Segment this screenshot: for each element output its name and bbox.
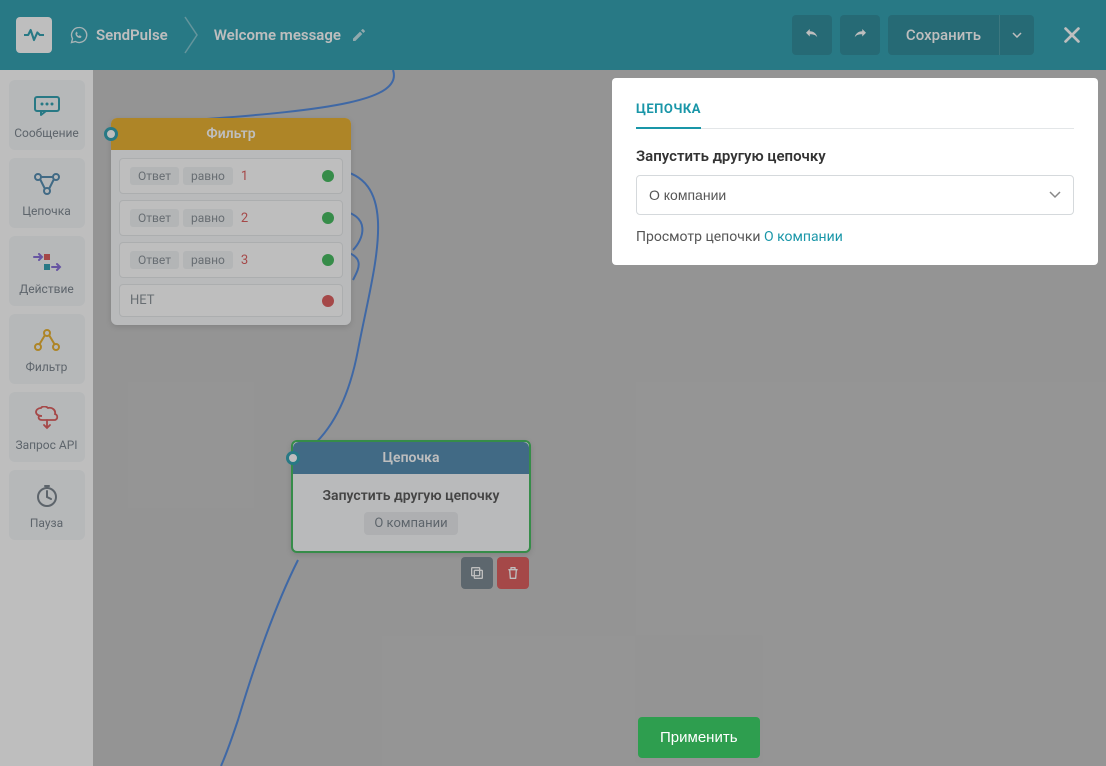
trash-icon — [505, 565, 521, 581]
preview-link[interactable]: О компании — [764, 229, 843, 245]
apply-button[interactable]: Применить — [638, 717, 760, 758]
chain-node-body: Запустить другую цепочку О компании — [293, 474, 529, 551]
node-output-port[interactable] — [322, 170, 334, 182]
header-actions: Сохранить — [792, 15, 1090, 55]
chain-body-value: О компании — [364, 512, 457, 535]
panel-card: ЦЕПОЧКА Запустить другую цепочку О компа… — [612, 78, 1098, 265]
sidebar-item-filter[interactable]: Фильтр — [9, 314, 85, 384]
breadcrumb-flow[interactable]: Welcome message — [214, 26, 367, 44]
filter-op: равно — [183, 209, 233, 227]
filter-condition-row[interactable]: Ответ равно 1 — [119, 158, 343, 194]
panel-tab[interactable]: ЦЕПОЧКА — [636, 102, 701, 129]
sidebar-item-pause[interactable]: Пауза — [9, 470, 85, 540]
node-output-port[interactable] — [322, 212, 334, 224]
node-action-bar — [461, 557, 529, 589]
node-delete-button[interactable] — [497, 557, 529, 589]
undo-button[interactable] — [792, 15, 832, 55]
filter-node-header: Фильтр — [111, 118, 351, 150]
redo-icon — [851, 26, 869, 44]
sidebar-item-message[interactable]: Сообщение — [9, 80, 85, 150]
node-output-port[interactable] — [322, 254, 334, 266]
sidebar-item-api[interactable]: Запрос API — [9, 392, 85, 462]
node-input-port[interactable] — [104, 127, 118, 141]
sidebar-item-label: Фильтр — [13, 360, 81, 374]
panel-divider — [636, 128, 1074, 129]
filter-field: Ответ — [130, 209, 179, 227]
edit-icon[interactable] — [351, 27, 367, 43]
sidebar-item-chain[interactable]: Цепочка — [9, 158, 85, 228]
filter-field: Ответ — [130, 251, 179, 269]
filter-value: 1 — [241, 169, 248, 184]
node-output-port[interactable] — [322, 295, 334, 307]
panel-field-label: Запустить другую цепочку — [636, 147, 1074, 165]
action-icon — [32, 253, 62, 271]
filter-condition-row[interactable]: Ответ равно 2 — [119, 200, 343, 236]
chain-icon — [32, 172, 62, 196]
filter-op: равно — [183, 167, 233, 185]
whatsapp-icon — [70, 26, 88, 44]
breadcrumb-separator-icon — [180, 15, 202, 55]
chain-node-header: Цепочка — [293, 442, 529, 474]
copy-icon — [469, 565, 485, 581]
sidebar-item-label: Цепочка — [13, 204, 81, 218]
pulse-icon — [24, 28, 44, 42]
filter-op: равно — [183, 251, 233, 269]
filter-value: 2 — [241, 211, 248, 226]
sidebar-item-label: Сообщение — [13, 126, 81, 140]
panel-preview-row: Просмотр цепочки О компании — [636, 229, 1074, 245]
sidebar-item-label: Пауза — [13, 516, 81, 530]
redo-button[interactable] — [840, 15, 880, 55]
chain-body-title: Запустить другую цепочку — [303, 488, 519, 504]
filter-node-body: Ответ равно 1 Ответ равно 2 Ответ равно … — [111, 150, 351, 325]
sidebar-item-label: Действие — [13, 282, 81, 296]
app-header: SendPulse Welcome message Сохранить — [0, 0, 1106, 70]
sidebar-item-label: Запрос API — [13, 438, 81, 452]
node-input-port[interactable] — [286, 451, 300, 465]
filter-icon — [33, 329, 61, 351]
save-button-group: Сохранить — [888, 15, 1034, 55]
undo-icon — [803, 26, 821, 44]
flow-name: Welcome message — [214, 26, 341, 44]
pause-icon — [35, 484, 59, 508]
filter-condition-row[interactable]: Ответ равно 3 — [119, 242, 343, 278]
filter-node[interactable]: Фильтр Ответ равно 1 Ответ равно 2 Ответ… — [111, 118, 351, 325]
filter-value: 3 — [241, 253, 248, 268]
chain-select[interactable]: О компании — [636, 175, 1074, 215]
sidebar: Сообщение Цепочка Действие Фильтр Запрос… — [0, 70, 93, 766]
brand-name: SendPulse — [96, 26, 168, 44]
filter-field: Ответ — [130, 167, 179, 185]
close-button[interactable] — [1054, 17, 1090, 53]
breadcrumb-brand[interactable]: SendPulse — [70, 26, 168, 44]
filter-else-label: НЕТ — [130, 293, 155, 308]
save-dropdown-button[interactable] — [1000, 15, 1034, 55]
chevron-down-icon — [1012, 32, 1022, 38]
filter-else-row[interactable]: НЕТ — [119, 284, 343, 317]
save-button[interactable]: Сохранить — [888, 15, 1000, 55]
chain-node[interactable]: Цепочка Запустить другую цепочку О компа… — [291, 440, 531, 553]
sidebar-item-action[interactable]: Действие — [9, 236, 85, 306]
preview-prefix: Просмотр цепочки — [636, 229, 764, 245]
close-icon — [1061, 24, 1083, 46]
properties-panel: ЦЕПОЧКА Запустить другую цепочку О компа… — [612, 78, 1098, 766]
app-logo — [16, 17, 52, 53]
node-copy-button[interactable] — [461, 557, 493, 589]
api-icon — [34, 406, 60, 430]
message-icon — [33, 95, 61, 117]
